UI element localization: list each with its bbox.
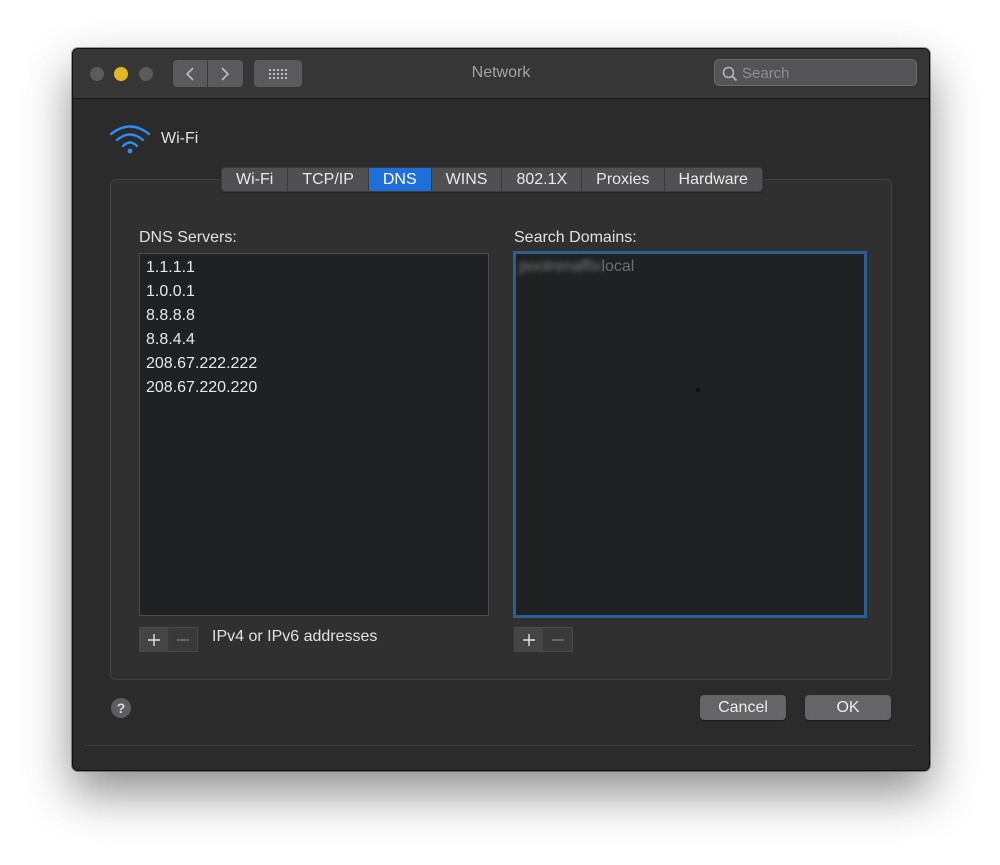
cursor-dot (696, 388, 700, 392)
tab-8021x[interactable]: 802.1X (502, 168, 583, 191)
search-domains-list[interactable]: poolrenaffixlocal (513, 251, 867, 618)
help-button[interactable]: ? (111, 698, 131, 718)
plus-icon (148, 633, 160, 646)
redacted-domain-part: poolrenaffix (519, 258, 602, 275)
tab-tcpip[interactable]: TCP/IP (288, 168, 369, 191)
title-bar: Network (73, 49, 929, 99)
tab-proxies[interactable]: Proxies (582, 168, 665, 191)
interface-header: Wi-Fi (109, 123, 198, 155)
dns-servers-list[interactable]: 1.1.1.1 1.0.0.1 8.8.8.8 8.8.4.4 208.67.2… (139, 253, 489, 616)
cancel-button[interactable]: Cancel (700, 695, 786, 720)
tab-wifi[interactable]: Wi-Fi (222, 168, 289, 191)
list-item[interactable]: 1.1.1.1 (146, 256, 488, 280)
minus-icon (177, 638, 189, 641)
list-item[interactable]: 208.67.222.222 (146, 352, 488, 376)
list-item[interactable]: 8.8.8.8 (146, 304, 488, 328)
minus-icon (552, 638, 564, 641)
wifi-icon (109, 125, 151, 154)
domain-suffix: local (601, 258, 635, 275)
add-domain-button[interactable] (515, 628, 544, 651)
network-preferences-window: Network Wi-Fi Wi-Fi TCP/IP DNS WINS 802.… (72, 48, 930, 771)
dns-servers-label: DNS Servers: (139, 229, 237, 246)
tab-bar: Wi-Fi TCP/IP DNS WINS 802.1X Proxies Har… (221, 167, 763, 192)
search-input[interactable] (742, 63, 912, 83)
bottom-divider (85, 745, 915, 746)
add-dns-button[interactable] (140, 628, 169, 651)
remove-dns-button[interactable] (169, 628, 197, 651)
ok-button[interactable]: OK (805, 695, 891, 720)
list-item[interactable]: 208.67.220.220 (146, 376, 488, 400)
remove-domain-button[interactable] (544, 628, 572, 651)
interface-name: Wi-Fi (161, 130, 199, 147)
tab-dns[interactable]: DNS (368, 168, 432, 191)
dns-add-remove (139, 627, 198, 652)
plus-icon (523, 633, 535, 646)
search-field[interactable] (714, 59, 917, 86)
tab-wins[interactable]: WINS (432, 168, 503, 191)
dns-hint: IPv4 or IPv6 addresses (212, 628, 378, 645)
tab-hardware[interactable]: Hardware (665, 168, 762, 191)
search-icon (722, 66, 738, 82)
list-item[interactable]: 1.0.0.1 (146, 280, 488, 304)
domain-add-remove (514, 627, 573, 652)
search-domains-label: Search Domains: (514, 229, 637, 246)
list-item[interactable]: 8.8.4.4 (146, 328, 488, 352)
list-item[interactable]: poolrenaffixlocal (519, 255, 864, 279)
